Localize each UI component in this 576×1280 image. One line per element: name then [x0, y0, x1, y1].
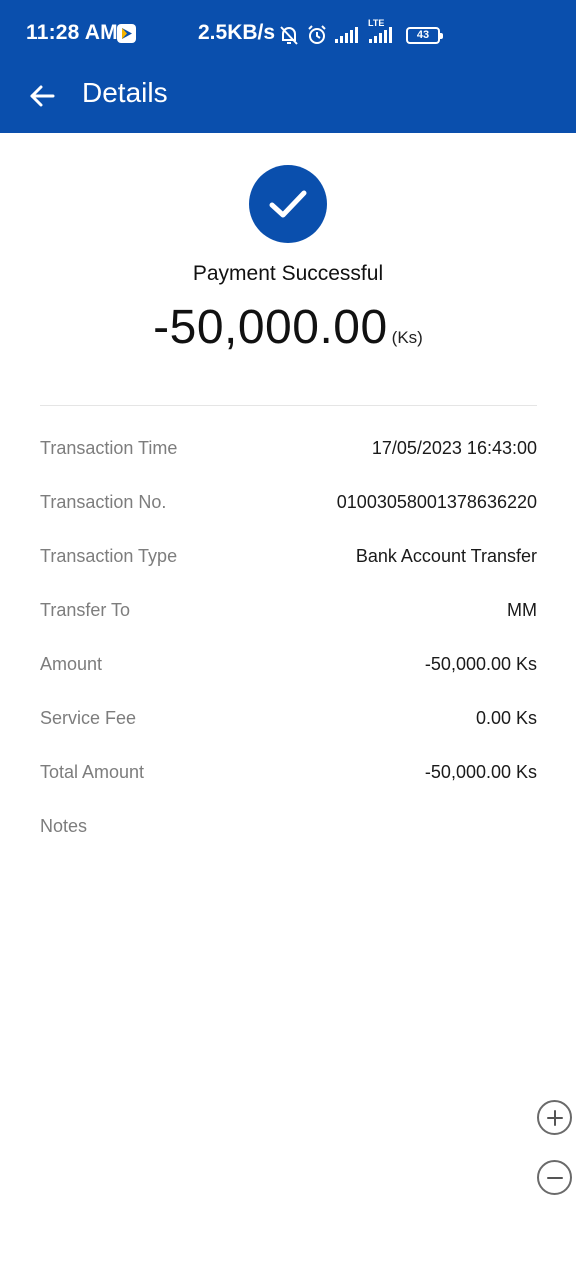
page-title: Details — [82, 77, 168, 108]
detail-row: Notes — [40, 808, 537, 862]
zoom-out-icon — [546, 1176, 563, 1179]
detail-value: 17/05/2023 16:43:00 — [371, 438, 537, 458]
success-badge — [249, 165, 327, 243]
detail-row: Transfer To MM — [40, 592, 537, 646]
signal-icon — [334, 26, 360, 44]
status-icons: LTE 43 — [278, 18, 446, 48]
amount-value: -50,000.00 — [153, 301, 388, 354]
detail-value: Bank Account Transfer — [355, 546, 537, 566]
network-speed: 2.5KB/s — [198, 21, 276, 44]
amount-summary: -50,000.00 (Ks) — [0, 300, 576, 355]
detail-label: Transaction Time — [40, 438, 178, 458]
zoom-in-button[interactable] — [537, 1100, 572, 1135]
detail-label: Service Fee — [40, 708, 137, 728]
payment-status: Payment Successful — [192, 262, 384, 285]
detail-label: Transaction No. — [40, 492, 167, 512]
detail-label: Transfer To — [40, 600, 131, 620]
status-time: 11:28 AM — [26, 21, 118, 44]
status-bar: 11:28 AM 2.5KB/s LTE 43 — [0, 0, 576, 66]
toolbar: Details — [0, 66, 576, 133]
detail-value: 0.00 Ks — [475, 708, 537, 728]
detail-value: 01003058001378636220 — [336, 492, 537, 512]
mute-bell-icon — [278, 24, 300, 46]
check-icon — [269, 190, 307, 218]
play-store-icon — [117, 24, 136, 43]
detail-row: Transaction Time 17/05/2023 16:43:00 — [40, 430, 537, 484]
detail-value: -50,000.00 Ks — [424, 762, 537, 782]
signal-lte-icon: LTE — [366, 18, 394, 44]
back-button[interactable] — [22, 76, 62, 116]
detail-row: Service Fee 0.00 Ks — [40, 700, 537, 754]
detail-value: -50,000.00 Ks — [424, 654, 537, 674]
details-list: Transaction Time 17/05/2023 16:43:00 Trans… — [40, 430, 537, 862]
detail-value: MM — [507, 600, 537, 620]
detail-row: Total Amount -50,000.00 Ks — [40, 754, 537, 808]
alarm-icon — [306, 24, 328, 46]
detail-row: Amount -50,000.00 Ks — [40, 646, 537, 700]
detail-row: Transaction Type Bank Account Transfer — [40, 538, 537, 592]
arrow-left-icon — [30, 85, 55, 107]
lte-label: LTE — [368, 18, 385, 28]
divider — [40, 405, 537, 406]
battery-icon: 43 — [406, 26, 443, 44]
detail-row: Transaction No. 01003058001378636220 — [40, 484, 537, 538]
amount-unit: (Ks) — [391, 328, 423, 347]
detail-label: Transaction Type — [40, 546, 178, 566]
detail-label: Notes — [40, 816, 88, 836]
detail-label: Total Amount — [40, 762, 145, 782]
app-bar: 11:28 AM 2.5KB/s LTE 43 Details — [0, 0, 576, 133]
detail-label: Amount — [40, 654, 103, 674]
zoom-out-button[interactable] — [537, 1160, 572, 1195]
battery-level: 43 — [416, 29, 430, 41]
zoom-in-icon — [546, 1109, 563, 1126]
